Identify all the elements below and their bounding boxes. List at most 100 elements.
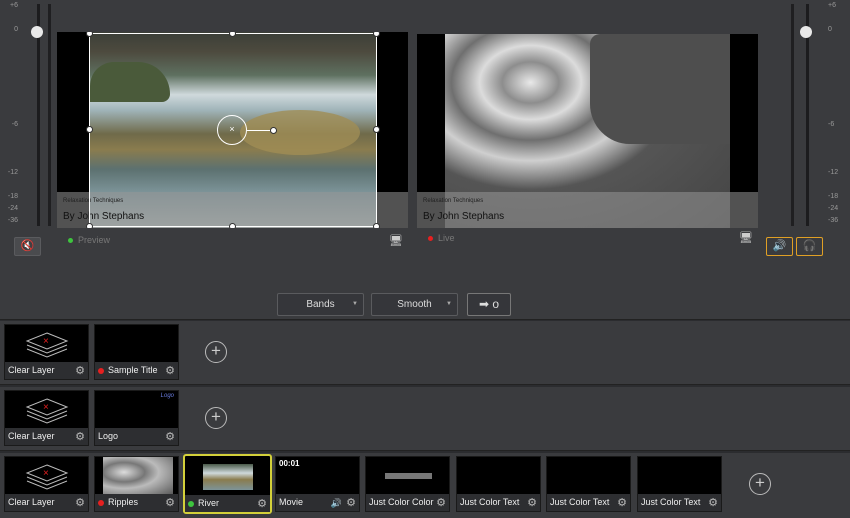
- tile-label: Clear Layer: [8, 497, 55, 507]
- preview-dot: [68, 238, 73, 244]
- layers-icon: ×: [25, 398, 69, 424]
- tile-label: Just Color Text: [460, 497, 520, 507]
- transform-handle[interactable]: [373, 223, 380, 228]
- gear-icon[interactable]: ⚙: [165, 364, 175, 378]
- svg-text:×: ×: [43, 402, 49, 413]
- preview-volume-slider[interactable]: [26, 0, 50, 230]
- live-screen: Relaxation Techniques By John Stephans: [417, 34, 758, 228]
- right-meter-scale: +6 0 -6 -12 -18 -24 -36: [828, 2, 839, 224]
- gear-icon[interactable]: ⚙: [165, 496, 175, 510]
- just-color-text-tile[interactable]: Just Color Text ⚙: [546, 456, 631, 512]
- monitor-icon[interactable]: 🖥: [739, 231, 753, 244]
- tile-label: River: [198, 498, 220, 508]
- gear-icon[interactable]: ⚙: [75, 430, 85, 444]
- volume-slider-knob[interactable]: [31, 26, 43, 38]
- gear-icon[interactable]: ⚙: [165, 430, 175, 444]
- transform-handle[interactable]: [229, 223, 236, 228]
- chevron-down-icon: ▼: [446, 301, 452, 307]
- layer-row: × Clear Layer ⚙ Ripples ⚙ River ⚙ 00:01 …: [0, 453, 850, 518]
- tile-label: Logo: [98, 431, 119, 441]
- transform-handle[interactable]: [86, 126, 93, 133]
- arrow-right-icon: ➡ o: [478, 297, 500, 311]
- live-volume-slider[interactable]: [795, 0, 819, 230]
- transition-easing-select[interactable]: Smooth ▼: [371, 293, 458, 316]
- layers-icon: ×: [25, 464, 69, 490]
- tile-label: Ripples: [108, 497, 139, 507]
- preview-indicator-dot: [188, 500, 194, 507]
- rotate-center-handle[interactable]: ×: [217, 115, 247, 145]
- transition-easing-value: Smooth: [397, 299, 432, 310]
- just-color-text-tile[interactable]: Just Color Text ⚙: [456, 456, 541, 512]
- add-icon: +: [211, 407, 221, 426]
- ripples-thumbnail: [103, 457, 173, 495]
- just-color-text-tile[interactable]: Just Color Text ⚙: [637, 456, 722, 512]
- add-input-button[interactable]: +: [749, 473, 771, 495]
- logo-tile[interactable]: Logo Logo ⚙: [94, 390, 179, 446]
- live-indicator-dot: [98, 499, 104, 506]
- right-level-meter: [791, 4, 794, 226]
- left-level-meter: [48, 4, 51, 226]
- gear-icon[interactable]: ⚙: [346, 496, 356, 510]
- layers-icon: ×: [25, 332, 69, 358]
- lower-third-subtitle: Relaxation Techniques: [423, 198, 484, 204]
- live-indicator-dot: [98, 367, 104, 374]
- left-meter-scale: +6 0 -6 -12 -18 -24 -36: [7, 2, 18, 224]
- tile-label: Clear Layer: [8, 365, 55, 375]
- gear-icon[interactable]: ⚙: [257, 497, 267, 511]
- preview-mute-button[interactable]: 🔇: [14, 237, 41, 256]
- volume-slider-knob[interactable]: [800, 26, 812, 38]
- live-lower-third: Relaxation Techniques By John Stephans: [417, 192, 758, 228]
- river-tile[interactable]: River ⚙: [183, 454, 272, 514]
- rotate-handle[interactable]: [270, 127, 277, 134]
- tile-label: Sample Title: [108, 365, 158, 375]
- clear-layer-tile[interactable]: × Clear Layer ⚙: [4, 390, 89, 446]
- transform-handle[interactable]: [86, 223, 93, 228]
- headphones-button[interactable]: 🎧: [796, 237, 823, 256]
- chevron-down-icon: ▼: [352, 301, 358, 307]
- gear-icon[interactable]: ⚙: [75, 496, 85, 510]
- logo-thumb-text: Logo: [160, 393, 174, 399]
- movie-tile[interactable]: 00:01 Movie 🔊 ⚙: [275, 456, 360, 512]
- speaker-icon[interactable]: 🔊: [331, 496, 342, 510]
- monitor-icon[interactable]: 🖥: [389, 234, 403, 247]
- monitor-area: +6 0 -6 -12 -18 -24 -36 +6 0 -6 -12 -18 …: [0, 0, 850, 320]
- clear-layer-tile[interactable]: × Clear Layer ⚙: [4, 324, 89, 380]
- layer-row: × Clear Layer ⚙ Sample Title ⚙ +: [0, 321, 850, 385]
- tile-label: Clear Layer: [8, 431, 55, 441]
- ripples-tile[interactable]: Ripples ⚙: [94, 456, 179, 512]
- transition-type-select[interactable]: Bands ▼: [277, 293, 364, 316]
- gear-icon[interactable]: ⚙: [617, 496, 627, 510]
- gear-icon[interactable]: ⚙: [527, 496, 537, 510]
- tile-label: Movie: [279, 497, 304, 507]
- add-icon: +: [211, 341, 221, 360]
- layer-row: × Clear Layer ⚙ Logo Logo ⚙ +: [0, 387, 850, 451]
- gear-icon[interactable]: ⚙: [708, 496, 718, 510]
- river-thumbnail: [203, 464, 253, 490]
- add-input-button[interactable]: +: [205, 341, 227, 363]
- svg-text:×: ×: [43, 468, 49, 479]
- gear-icon[interactable]: ⚙: [436, 496, 446, 510]
- mute-icon: 🔇: [20, 240, 35, 252]
- transition-go-button[interactable]: ➡ o: [467, 293, 511, 316]
- transition-type-value: Bands: [306, 299, 335, 310]
- live-label: Live: [438, 233, 455, 243]
- preview-label: Preview: [78, 235, 111, 245]
- preview-screen[interactable]: Relaxation Techniques By John Stephans ×: [57, 32, 408, 228]
- just-color-tile[interactable]: Just Color Color ⚙: [365, 456, 450, 512]
- headphones-icon: 🎧: [802, 240, 817, 252]
- transform-handle[interactable]: [373, 126, 380, 133]
- speaker-icon: 🔊: [772, 240, 787, 252]
- transform-handle[interactable]: [373, 32, 380, 37]
- clear-layer-tile[interactable]: × Clear Layer ⚙: [4, 456, 89, 512]
- live-dot: [428, 236, 433, 242]
- live-status: Live: [428, 233, 455, 243]
- movie-timecode: 00:01: [279, 459, 300, 468]
- sample-title-tile[interactable]: Sample Title ⚙: [94, 324, 179, 380]
- add-input-button[interactable]: +: [205, 407, 227, 429]
- live-audio-button[interactable]: 🔊: [766, 237, 793, 256]
- add-icon: +: [755, 473, 765, 492]
- tile-label: Just Color Text: [641, 497, 701, 507]
- lower-third-name: By John Stephans: [423, 211, 505, 222]
- gear-icon[interactable]: ⚙: [75, 364, 85, 378]
- color-bar-thumbnail: [385, 473, 432, 479]
